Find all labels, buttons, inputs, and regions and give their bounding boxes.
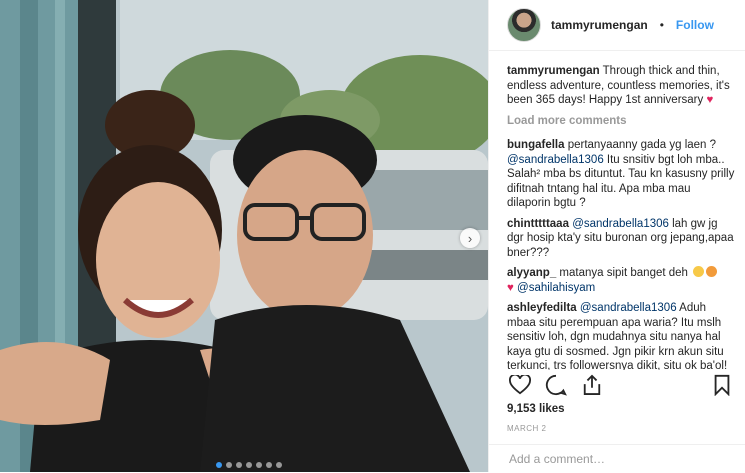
- next-photo-button[interactable]: ›: [460, 228, 480, 248]
- save-button[interactable]: [709, 374, 735, 396]
- follow-button[interactable]: Follow: [676, 18, 714, 32]
- comment-text: matanya sipit banget deh: [556, 267, 688, 279]
- carousel-indicator: [216, 462, 282, 468]
- comment-item: bungafella pertanyaanny gada yg laen ? @…: [507, 138, 735, 211]
- heart-glyph: ♥: [706, 94, 714, 106]
- likes-count[interactable]: 9,153 likes: [507, 403, 565, 415]
- comment-username[interactable]: chintttttaaa: [507, 218, 569, 230]
- chevron-right-icon: ›: [467, 230, 473, 246]
- post-photo[interactable]: ›: [0, 0, 488, 472]
- post-date[interactable]: MARCH 2: [507, 424, 547, 433]
- bookmark-icon: [714, 374, 730, 396]
- load-more-comments-button[interactable]: Load more comments: [507, 114, 735, 129]
- comment-username[interactable]: bungafella: [507, 139, 565, 151]
- grinning-emoji-icon: [693, 266, 705, 277]
- comment-text: pertanyaanny gada yg laen ?: [564, 139, 717, 151]
- comment-item: alyyanp_ matanya sipit banget deh ♥ @sah…: [507, 266, 735, 295]
- speech-bubble-icon: [545, 374, 567, 396]
- like-button[interactable]: [507, 374, 533, 396]
- share-icon: [583, 374, 601, 395]
- comment-username[interactable]: alyyanp_: [507, 267, 556, 279]
- caption: tammyrumengan Through thick and thin, en…: [507, 64, 735, 108]
- comment-item: chintttttaaa @sandrabella1306 lah gw jg …: [507, 217, 735, 261]
- carousel-dot: [266, 462, 272, 468]
- post-side-panel: tammyrumengan • Follow tammyrumengan Thr…: [488, 0, 745, 472]
- carousel-dot: [226, 462, 232, 468]
- heart-outline-icon: [509, 375, 531, 395]
- caption-username[interactable]: tammyrumengan: [507, 65, 600, 77]
- header-separator: •: [659, 18, 664, 32]
- heart-icon: ♥: [507, 281, 514, 294]
- action-bar: [507, 372, 735, 398]
- comment-mention[interactable]: @sandrabella1306: [580, 302, 677, 314]
- header-username[interactable]: tammyrumengan: [551, 18, 648, 32]
- comment-mention[interactable]: @sahilahisyam: [517, 282, 595, 294]
- comment-form: [489, 444, 745, 473]
- comment-mention[interactable]: @sandrabella1306: [572, 218, 669, 230]
- share-button[interactable]: [579, 374, 605, 396]
- carousel-dot: [236, 462, 242, 468]
- heart-eyes-emoji-icon: [706, 266, 718, 277]
- carousel-dot: [256, 462, 262, 468]
- avatar[interactable]: [507, 8, 541, 42]
- carousel-dot: [246, 462, 252, 468]
- comment-username[interactable]: ashleyfedilta: [507, 302, 577, 314]
- comment-mention[interactable]: @sandrabella1306: [507, 154, 604, 166]
- comment-item: ashleyfedilta @sandrabella1306 Aduh mbaa…: [507, 301, 735, 370]
- photo-illustration: [0, 0, 488, 472]
- comment-button[interactable]: [543, 374, 569, 396]
- post-header: tammyrumengan • Follow: [489, 0, 745, 51]
- comment-input[interactable]: [507, 451, 727, 467]
- comments-list: tammyrumengan Through thick and thin, en…: [507, 64, 735, 370]
- carousel-dot: [216, 462, 222, 468]
- carousel-dot: [276, 462, 282, 468]
